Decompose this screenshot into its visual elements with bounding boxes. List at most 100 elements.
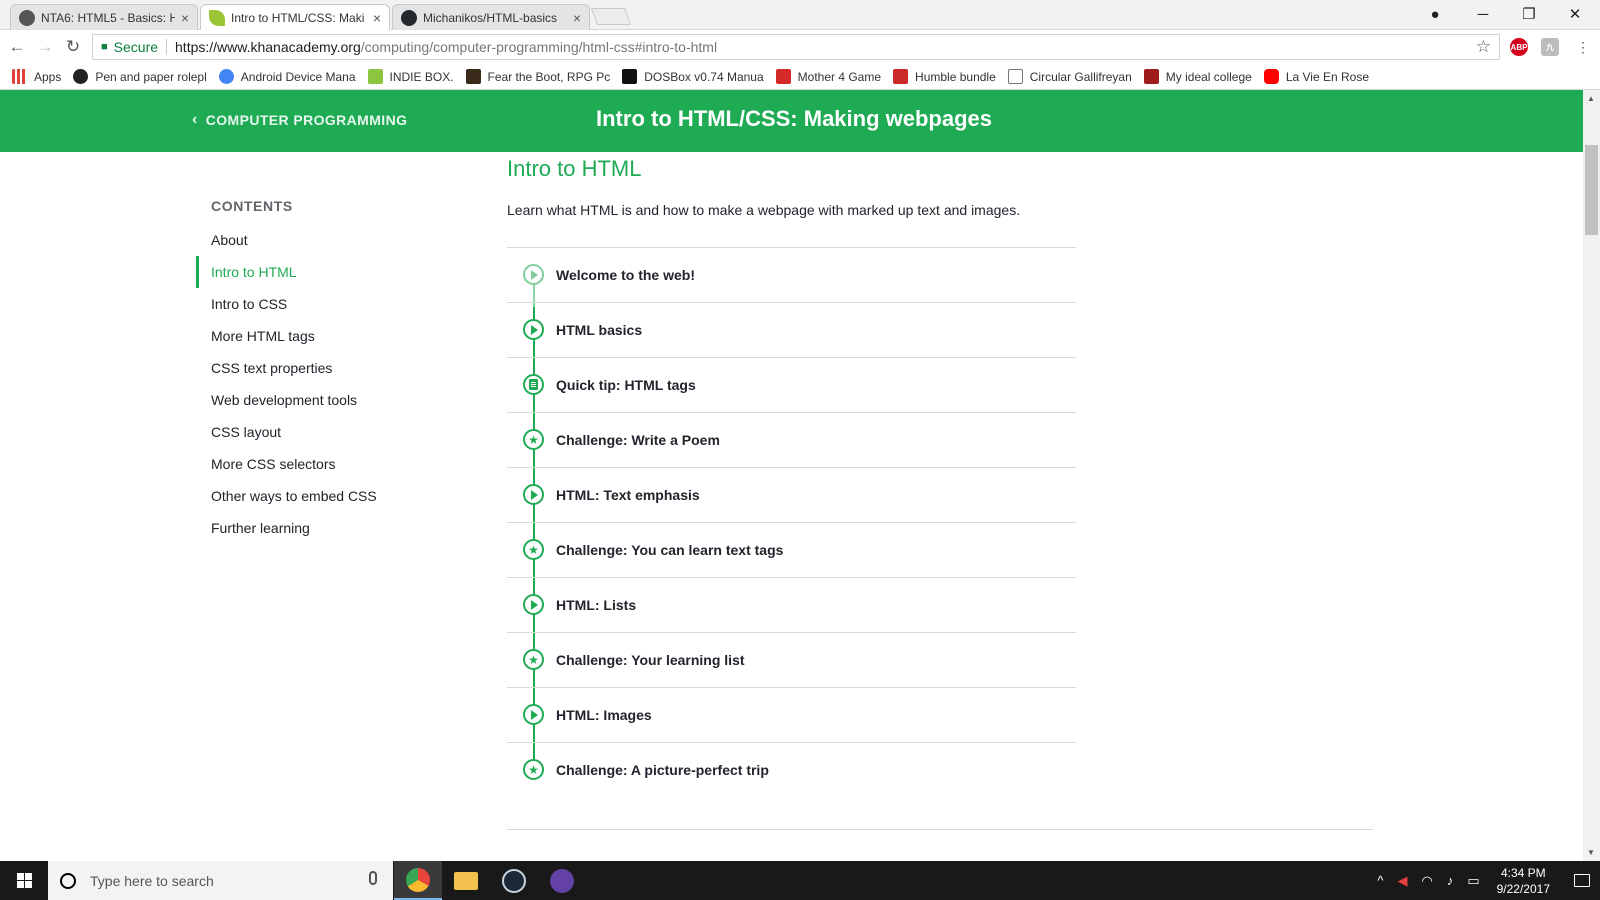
scroll-down-arrow-icon[interactable]: ▼ bbox=[1587, 848, 1595, 857]
lesson-html-images[interactable]: HTML: Images bbox=[507, 688, 1076, 743]
forward-arrow-icon[interactable]: → bbox=[34, 36, 56, 58]
bookmark-fear-the-boot[interactable]: Fear the Boot, RPG Pc bbox=[465, 69, 610, 84]
start-button[interactable] bbox=[0, 861, 48, 900]
tab-favicon-icon bbox=[209, 10, 225, 26]
star-icon: ★ bbox=[523, 649, 544, 670]
sidebar-item-more-css-selectors[interactable]: More CSS selectors bbox=[196, 448, 456, 480]
url-path: /computing/computer-programming/html-css… bbox=[360, 39, 718, 55]
bookmark-humble-bundle[interactable]: Humble bundle bbox=[893, 69, 996, 84]
play-icon bbox=[523, 264, 544, 285]
menu-kebab-icon[interactable]: ⋮ bbox=[1572, 36, 1594, 58]
tab-close-icon[interactable]: × bbox=[373, 10, 381, 26]
sidebar-item-css-layout[interactable]: CSS layout bbox=[196, 416, 456, 448]
new-tab-button[interactable] bbox=[590, 8, 632, 25]
lock-icon: ■ bbox=[101, 41, 108, 53]
lesson-label: HTML basics bbox=[556, 322, 643, 338]
lesson-challenge-picture-perfect-trip[interactable]: ★ Challenge: A picture-perfect trip bbox=[507, 743, 1076, 798]
address-bar[interactable]: ■ Secure https://www.khanacademy.org /co… bbox=[92, 34, 1500, 60]
sidebar-item-css-text-properties[interactable]: CSS text properties bbox=[196, 352, 456, 384]
adblock-plus-icon[interactable]: ABP bbox=[1510, 38, 1528, 56]
battery-icon[interactable]: ▭ bbox=[1467, 873, 1479, 889]
sidebar-item-label: CSS text properties bbox=[211, 360, 333, 376]
bookmark-la-vie-en-rose[interactable]: La Vie En Rose bbox=[1263, 69, 1369, 84]
humble-icon bbox=[893, 69, 909, 84]
bookmark-label: Pen and paper rolepl bbox=[95, 69, 207, 84]
tab-nta6[interactable]: NTA6: HTML5 - Basics: H × bbox=[10, 4, 198, 30]
bookmark-apps[interactable]: Apps bbox=[12, 69, 61, 84]
chevron-up-icon[interactable]: ^ bbox=[1377, 873, 1383, 888]
microphone-icon[interactable] bbox=[369, 871, 377, 885]
lesson-challenge-write-a-poem[interactable]: ★ Challenge: Write a Poem bbox=[507, 413, 1076, 468]
contents-heading: CONTENTS bbox=[211, 198, 293, 214]
bookmark-circular-gallifreyan[interactable]: Circular Gallifreyan bbox=[1007, 69, 1132, 84]
taskbar-search[interactable]: Type here to search bbox=[48, 861, 393, 900]
chrome-icon bbox=[406, 867, 430, 892]
volume-icon[interactable]: ♪ bbox=[1447, 873, 1454, 888]
play-icon bbox=[523, 484, 544, 505]
lesson-html-basics[interactable]: HTML basics bbox=[507, 303, 1076, 358]
back-to-computer-programming-link[interactable]: ‹ COMPUTER PROGRAMMING bbox=[192, 111, 407, 129]
reload-icon[interactable]: ↻ bbox=[62, 36, 84, 58]
bookmark-favicon-icon bbox=[1143, 69, 1159, 84]
lesson-html-lists[interactable]: HTML: Lists bbox=[507, 578, 1076, 633]
close-window-button[interactable]: ✕ bbox=[1552, 0, 1598, 28]
bookmarks-bar: Apps Pen and paper rolepl Android Device… bbox=[0, 64, 1600, 90]
bookmark-dosbox[interactable]: DOSBox v0.74 Manua bbox=[622, 69, 764, 84]
taskbar-app-file-explorer[interactable] bbox=[442, 861, 490, 900]
sidebar-item-more-html-tags[interactable]: More HTML tags bbox=[196, 320, 456, 352]
github-icon bbox=[401, 9, 417, 26]
page-scrollbar[interactable]: ▲ ▼ bbox=[1583, 90, 1600, 861]
lesson-welcome-to-the-web[interactable]: Welcome to the web! bbox=[507, 248, 1076, 303]
wifi-icon[interactable]: ◠ bbox=[1421, 873, 1432, 889]
lesson-challenge-text-tags[interactable]: ★ Challenge: You can learn text tags bbox=[507, 523, 1076, 578]
bookmark-star-icon[interactable]: ☆ bbox=[1476, 37, 1491, 57]
extension-icon[interactable]: 九 bbox=[1541, 38, 1559, 56]
chevron-left-icon: ‹ bbox=[192, 111, 198, 128]
bookmark-mother-4[interactable]: Mother 4 Game bbox=[775, 69, 882, 84]
tab-close-icon[interactable]: × bbox=[573, 10, 581, 26]
minimize-button[interactable]: ─ bbox=[1460, 0, 1506, 28]
tab-khan-academy[interactable]: Intro to HTML/CSS: Maki × bbox=[200, 4, 390, 31]
star-icon: ★ bbox=[523, 539, 544, 560]
taskbar-app-chrome[interactable] bbox=[394, 861, 442, 900]
scroll-up-arrow-icon[interactable]: ▲ bbox=[1587, 94, 1595, 103]
sidebar-item-web-dev-tools[interactable]: Web development tools bbox=[196, 384, 456, 416]
sidebar-item-intro-to-html[interactable]: Intro to HTML bbox=[196, 256, 456, 288]
lesson-challenge-learning-list[interactable]: ★ Challenge: Your learning list bbox=[507, 633, 1076, 688]
folder-icon bbox=[454, 871, 478, 890]
tab-close-icon[interactable]: × bbox=[181, 10, 189, 26]
lesson-label: Challenge: Write a Poem bbox=[556, 432, 720, 448]
taskbar-app-steam[interactable] bbox=[490, 861, 538, 900]
bookmark-indie-box[interactable]: INDIE BOX. bbox=[367, 69, 454, 84]
back-link-label: COMPUTER PROGRAMMING bbox=[205, 112, 408, 128]
bookmark-label: Mother 4 Game bbox=[797, 69, 882, 84]
tab-title: Intro to HTML/CSS: Maki bbox=[231, 11, 365, 25]
clock[interactable]: 4:34 PM 9/22/2017 bbox=[1497, 865, 1550, 897]
bookmark-my-ideal-college[interactable]: My ideal college bbox=[1143, 69, 1252, 84]
sidebar-item-other-ways-embed-css[interactable]: Other ways to embed CSS bbox=[196, 480, 456, 512]
lesson-quick-tip-html-tags[interactable]: Quick tip: HTML tags bbox=[507, 358, 1076, 413]
back-arrow-icon[interactable]: ← bbox=[6, 36, 28, 58]
apps-grid-icon bbox=[12, 69, 27, 84]
bookmark-pen-paper[interactable]: Pen and paper rolepl bbox=[73, 69, 207, 84]
sidebar-item-about[interactable]: About bbox=[196, 224, 456, 256]
sidebar-item-intro-to-css[interactable]: Intro to CSS bbox=[196, 288, 456, 320]
action-center-icon[interactable] bbox=[1564, 861, 1600, 900]
clock-date: 9/22/2017 bbox=[1496, 881, 1550, 896]
bookmark-label: My ideal college bbox=[1165, 69, 1252, 84]
alert-icon[interactable]: ◀ bbox=[1397, 873, 1407, 889]
bookmark-android-device[interactable]: Android Device Mana bbox=[218, 69, 356, 84]
sidebar-item-label: CSS layout bbox=[211, 424, 282, 440]
lesson-label: Challenge: Your learning list bbox=[556, 652, 745, 668]
article-icon bbox=[523, 374, 544, 395]
profile-icon[interactable]: ● bbox=[1412, 0, 1458, 28]
lesson-label: HTML: Lists bbox=[556, 597, 637, 613]
lesson-html-text-emphasis[interactable]: HTML: Text emphasis bbox=[507, 468, 1076, 523]
scroll-thumb[interactable] bbox=[1585, 145, 1598, 235]
play-icon bbox=[523, 704, 544, 725]
bookmark-favicon-icon bbox=[73, 69, 89, 84]
restore-button[interactable]: ❐ bbox=[1506, 0, 1552, 28]
tab-github[interactable]: Michanikos/HTML-basics × bbox=[392, 4, 590, 30]
taskbar-app-twitch[interactable] bbox=[538, 861, 586, 900]
sidebar-item-further-learning[interactable]: Further learning bbox=[196, 512, 456, 544]
